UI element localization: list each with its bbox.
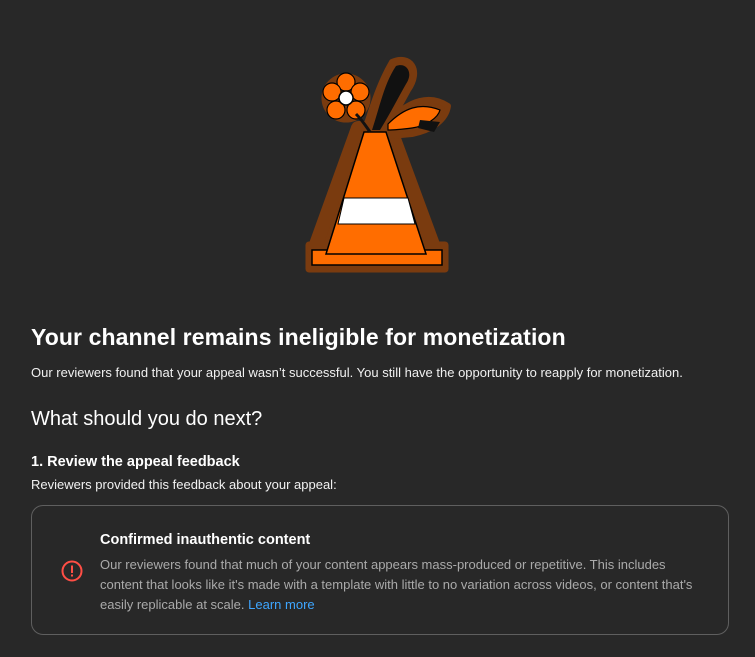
feedback-body: Our reviewers found that much of your co… — [100, 557, 693, 612]
traffic-cone-illustration — [300, 50, 460, 280]
page-subtitle: Our reviewers found that your appeal was… — [31, 365, 683, 380]
feedback-body-container: Our reviewers found that much of your co… — [100, 555, 710, 615]
step-1-heading: 1. Review the appeal feedback — [31, 454, 240, 470]
appeal-feedback-card: Confirmed inauthentic content Our review… — [31, 505, 729, 635]
page-title: Your channel remains ineligible for mone… — [31, 324, 566, 350]
step-1-description: Reviewers provided this feedback about y… — [31, 477, 337, 492]
feedback-title: Confirmed inauthentic content — [100, 532, 311, 548]
next-steps-heading: What should you do next? — [31, 408, 263, 430]
learn-more-link[interactable]: Learn more — [248, 597, 314, 612]
error-circle-icon — [61, 560, 83, 582]
